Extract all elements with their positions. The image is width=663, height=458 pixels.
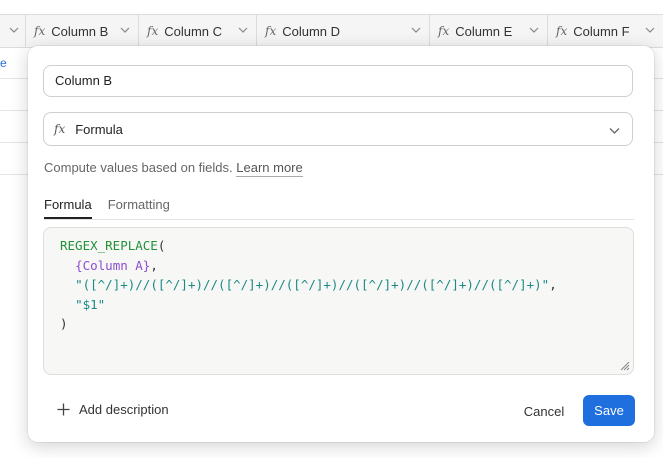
fx-icon: fx [265,24,277,38]
column-header-b[interactable]: fx Column B [26,15,139,47]
help-text: Compute values based on fields. Learn mo… [44,160,303,177]
tab-formatting[interactable]: Formatting [108,197,170,219]
formula-line: "$1" [60,295,633,315]
add-description-label: Add description [79,402,169,417]
formula-field-ref: {Column A} [75,257,151,273]
column-header-partial[interactable] [0,15,26,47]
formula-string: "$1" [75,296,106,312]
formula-punctuation: , [150,257,158,273]
help-text-body: Compute values based on fields. [44,160,233,175]
formula-line: "([^/]+)//([^/]+)//([^/]+)//([^/]+)//([^… [60,275,633,295]
field-type-label: Formula [75,121,123,137]
fx-icon: fx [438,24,450,38]
fx-icon: fx [556,24,568,38]
formula-editor[interactable]: REGEX_REPLACE( {Column A}, "([^/]+)//([^… [43,227,634,375]
fx-icon: fx [34,24,46,38]
editor-tabs: Formula Formatting [44,197,634,220]
learn-more-link[interactable]: Learn more [236,160,303,177]
add-description-button[interactable]: Add description [57,402,169,417]
formula-punctuation: , [549,277,557,292]
column-header-label: Column E [455,23,513,39]
chevron-down-icon [238,27,248,33]
formula-punctuation: ( [157,238,166,253]
resize-handle-icon[interactable] [618,359,630,371]
column-header-label: Column F [573,23,630,39]
column-header-c[interactable]: fx Column C [139,15,257,47]
formula-string: "([^/]+)//([^/]+)//([^/]+)//([^/]+)//([^… [75,277,550,292]
field-name-input[interactable]: Column B [43,65,633,97]
formula-line: {Column A}, [60,256,633,276]
cell-text-fragment: e [0,56,7,70]
chevron-down-icon [411,27,421,33]
fx-icon: fx [147,24,159,38]
column-header-label: Column C [164,23,223,39]
cancel-button[interactable]: Cancel [517,396,571,426]
chevron-down-icon [9,27,19,33]
column-header-row: fx Column B fx Column C fx Column D fx C… [0,14,663,48]
column-header-f[interactable]: fx Column F [548,15,663,47]
column-header-e[interactable]: fx Column E [430,15,548,47]
plus-icon [57,403,70,416]
chevron-down-icon [529,27,539,33]
column-header-label: Column D [282,23,341,39]
chevron-down-icon [120,27,130,33]
formula-line: ) [60,314,633,334]
save-button[interactable]: Save [583,395,635,426]
chevron-down-icon [645,27,655,33]
column-header-label: Column B [51,23,109,39]
formula-line: REGEX_REPLACE( [60,236,633,256]
fx-icon: fx [54,122,66,136]
chevron-down-icon [609,128,620,134]
tab-formula[interactable]: Formula [44,197,92,219]
column-header-d[interactable]: fx Column D [257,15,430,47]
field-config-dialog: Column B fx Formula Compute values based… [28,46,654,442]
field-type-select[interactable]: fx Formula [43,112,633,146]
formula-punctuation: ) [60,316,68,331]
formula-function: REGEX_REPLACE [60,238,158,253]
